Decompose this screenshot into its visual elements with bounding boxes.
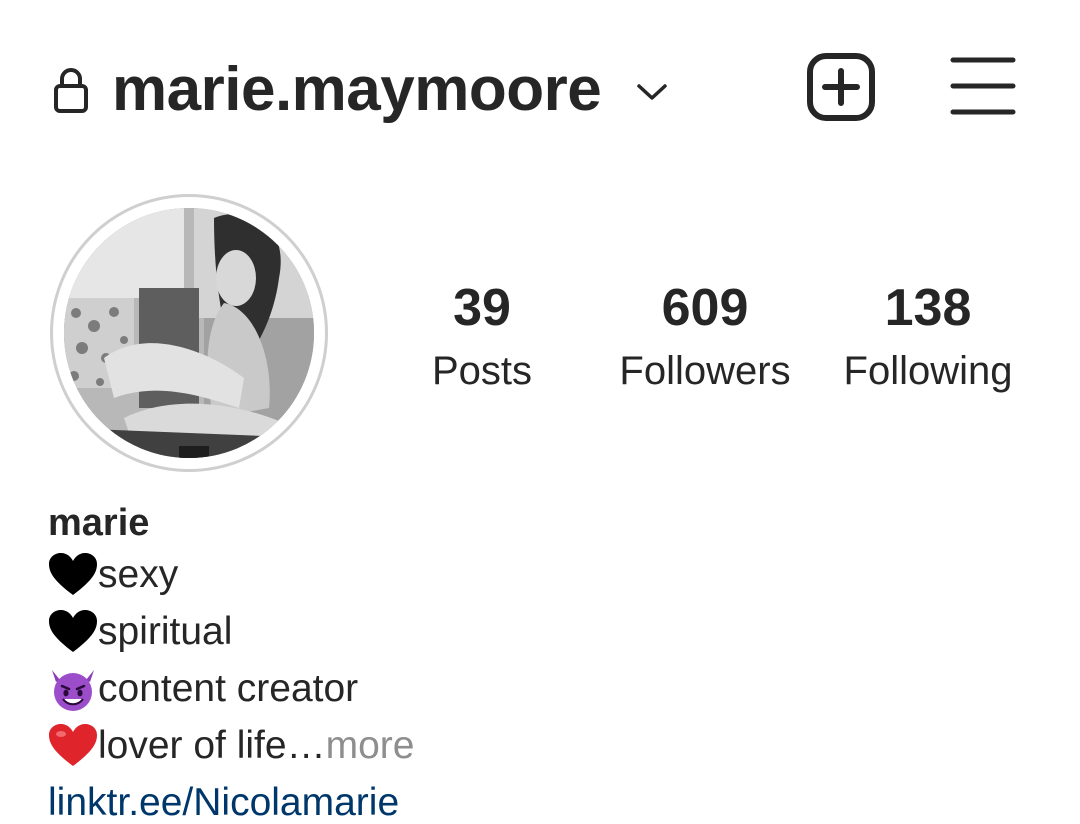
bio-website-link[interactable]: linktr.ee/Nicolamarie xyxy=(48,774,1028,824)
bio-section: marie sexy spiritual content creator lov… xyxy=(48,500,1028,824)
posts-stat[interactable]: 39 Posts xyxy=(372,276,592,396)
bio-line-text: content creator xyxy=(98,667,359,710)
posts-count: 39 xyxy=(453,279,511,337)
profile-photo xyxy=(64,208,314,458)
bio-line: lover of life… more xyxy=(48,717,1028,774)
profile-photo-image xyxy=(64,208,314,458)
black-heart-icon xyxy=(49,609,97,652)
avatar[interactable] xyxy=(50,194,328,472)
followers-stat[interactable]: 609 Followers xyxy=(595,276,815,396)
lock-icon xyxy=(54,68,88,113)
followers-label: Followers xyxy=(619,349,791,393)
menu-icon[interactable] xyxy=(950,56,1016,116)
red-heart-icon xyxy=(49,723,97,766)
following-count: 138 xyxy=(884,279,972,337)
posts-label: Posts xyxy=(431,349,533,393)
bio-line-text: sexy xyxy=(98,553,179,596)
bio-line: spiritual xyxy=(48,603,1028,660)
chevron-down-icon[interactable] xyxy=(636,82,668,102)
followers-count: 609 xyxy=(661,279,749,337)
profile-header: marie.maymoore xyxy=(0,0,1080,180)
bio-line: sexy xyxy=(48,546,1028,603)
bio-line: content creator xyxy=(48,660,1028,717)
following-label: Following xyxy=(843,349,1013,393)
bio-line-text: lover of life… xyxy=(98,724,326,767)
more-link[interactable]: more xyxy=(326,717,415,774)
following-stat[interactable]: 138 Following xyxy=(818,276,1038,396)
display-name: marie xyxy=(48,502,150,544)
bio-line-text: spiritual xyxy=(98,610,233,653)
username-title[interactable]: marie.maymoore xyxy=(112,52,602,128)
new-post-icon[interactable] xyxy=(806,52,876,122)
smiling-devil-icon xyxy=(52,669,94,711)
black-heart-icon xyxy=(49,552,97,595)
